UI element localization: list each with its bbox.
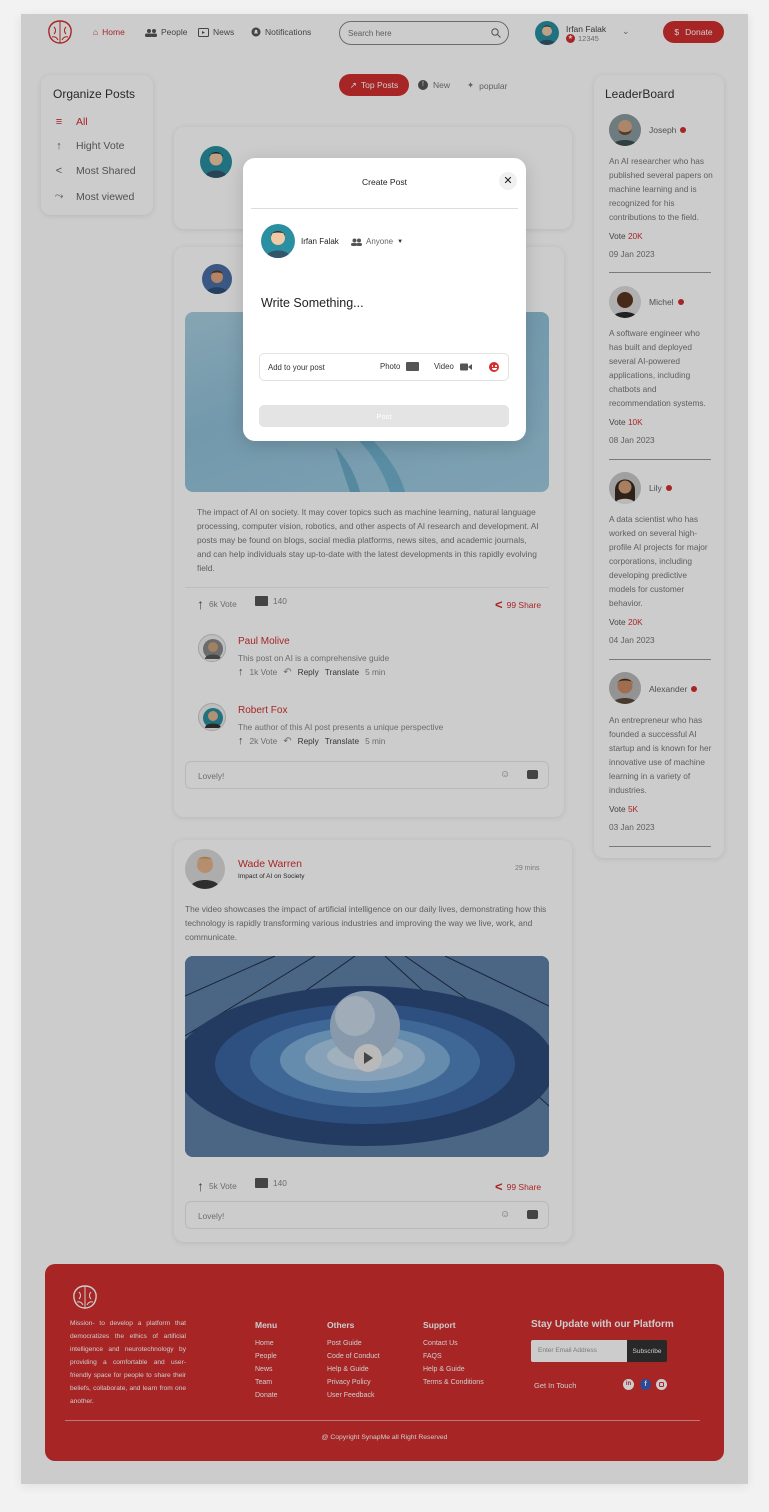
add-to-post-label: Add to your post (268, 363, 325, 372)
people-icon (351, 238, 362, 246)
modal-user-name: Irfan Falak (301, 237, 339, 246)
post-text-input[interactable]: Write Something... (261, 296, 364, 310)
create-post-modal: Create Post ✕ Irfan Falak Anyone ▼ Write… (243, 158, 526, 441)
video-camera-icon (459, 363, 472, 370)
emoji-icon[interactable] (489, 362, 499, 372)
caret-down-icon: ▼ (397, 238, 404, 245)
add-video-button[interactable]: Video (434, 362, 472, 371)
add-photo-button[interactable]: Photo (380, 362, 420, 371)
close-icon[interactable]: ✕ (499, 172, 517, 190)
modal-user-avatar (261, 224, 295, 258)
photo-icon (406, 362, 420, 371)
audience-select[interactable]: Anyone ▼ (351, 237, 403, 246)
add-to-post-bar: Add to your post Photo Video (259, 353, 509, 381)
post-button[interactable]: Post (259, 405, 509, 427)
divider (251, 208, 518, 209)
modal-title: Create Post (362, 177, 407, 187)
